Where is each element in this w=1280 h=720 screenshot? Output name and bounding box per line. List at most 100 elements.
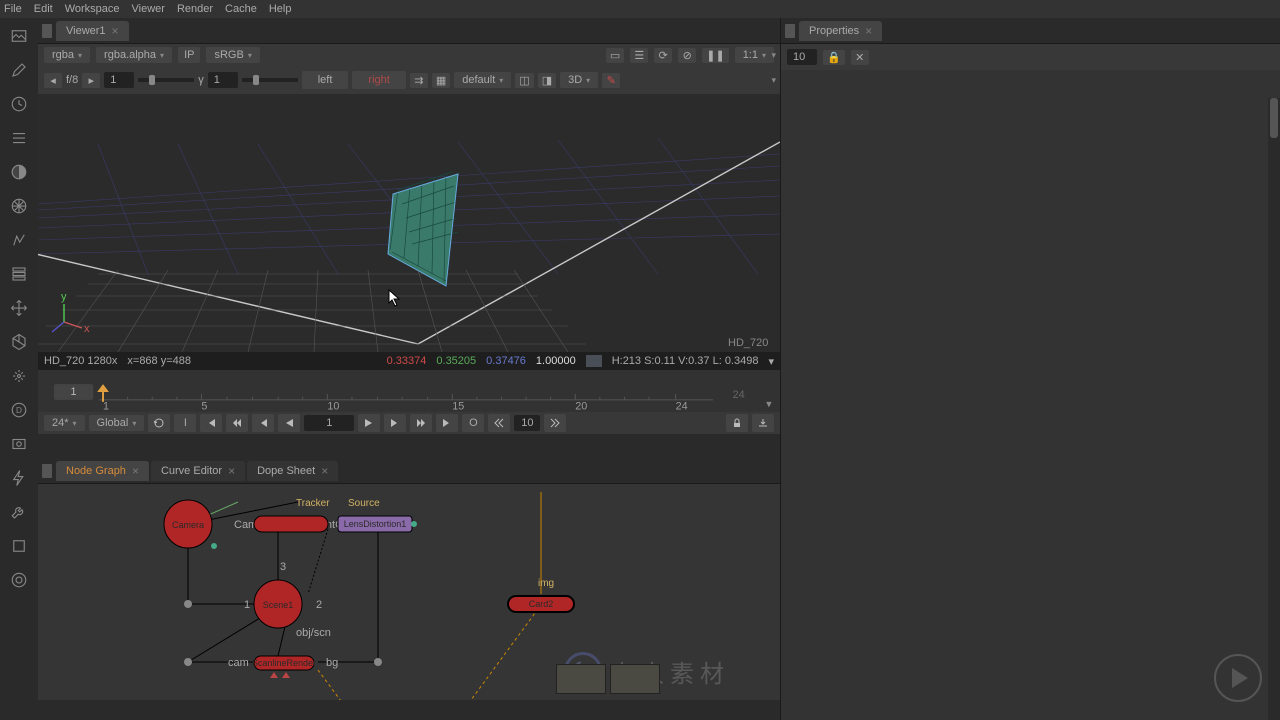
tool-other-icon[interactable] [7,536,31,556]
viewer-status-bar: HD_720 1280x x=868 y=488 0.33374 0.35205… [38,352,780,370]
3d-viewport[interactable]: y x HD_720 [38,94,780,352]
close-icon[interactable]: × [132,464,139,478]
close-icon[interactable]: × [228,464,235,478]
last-frame-icon[interactable] [436,414,458,432]
step-size-field[interactable]: 10 [514,415,540,431]
first-frame-icon[interactable] [200,414,222,432]
toolbox: D [0,18,38,720]
ocio-dropdown[interactable]: default [454,72,511,88]
fstop-prev-button[interactable]: ◂ [44,73,62,88]
current-frame-field[interactable]: 1 [304,415,354,431]
roi-icon[interactable]: ▭ [606,48,624,63]
lock-icon[interactable]: 🔒 [823,50,845,65]
alpha-dropdown[interactable]: rgba.alpha [96,47,172,63]
gamma-slider[interactable] [242,78,298,82]
prev-key-icon[interactable] [226,414,248,432]
loop-icon[interactable] [148,414,170,432]
stereo-left-button[interactable]: left [302,71,349,89]
timeline[interactable]: 1 1 5 10 15 20 24 [38,370,780,412]
tool-particles-icon[interactable] [7,366,31,386]
tool-merge-icon[interactable] [7,264,31,284]
viewmode-dropdown[interactable]: 3D [560,72,598,88]
overlay-icon[interactable]: ◨ [538,73,556,88]
refresh-icon[interactable]: ⟳ [654,48,672,63]
close-icon[interactable]: × [865,24,872,38]
panel-anchor-icon[interactable] [42,24,52,38]
node-graph[interactable]: Camera CameraTrackerPointCloud Tracker S… [38,484,780,700]
tab-nodegraph[interactable]: Node Graph× [56,461,149,481]
step-fwd-icon[interactable] [384,414,406,432]
skip-back-icon[interactable] [488,414,510,432]
clip-icon[interactable]: ▦ [432,73,450,88]
next-key-icon[interactable] [410,414,432,432]
tool-channel-icon[interactable] [7,128,31,148]
scrollbar[interactable] [1268,98,1280,720]
menu-workspace[interactable]: Workspace [65,3,120,15]
set-out-button[interactable]: O [462,414,484,432]
play-back-icon[interactable] [278,414,300,432]
fps-dropdown[interactable]: 24* [44,415,85,431]
stereo-right-button[interactable]: right [352,71,405,89]
export-icon[interactable] [752,414,774,432]
set-in-button[interactable]: I [174,414,196,432]
tool-all-icon[interactable] [7,570,31,590]
play-icon[interactable] [358,414,380,432]
channel-dropdown[interactable]: rgba [44,47,90,63]
menu-viewer[interactable]: Viewer [132,3,165,15]
skip-fwd-icon[interactable] [544,414,566,432]
tool-deep-icon[interactable]: D [7,400,31,420]
tool-views-icon[interactable] [7,434,31,454]
fstop-field[interactable]: 1 [104,72,134,88]
gamma-field[interactable]: 1 [208,72,238,88]
close-icon[interactable]: × [321,464,328,478]
tool-keyer-icon[interactable] [7,230,31,250]
navigator-thumbs[interactable] [556,664,660,694]
clear-icon[interactable]: ✕ [851,50,869,65]
tab-viewer1[interactable]: Viewer1× [56,21,129,41]
tab-curveeditor[interactable]: Curve Editor× [151,461,245,481]
panel-anchor-icon[interactable] [42,464,52,478]
props-max-field[interactable]: 10 [787,49,817,65]
panel-menu-icon[interactable]: ▾ [771,50,776,61]
panel-anchor-icon[interactable] [785,24,795,38]
video-play-overlay-icon[interactable] [1214,654,1262,702]
zoom-dropdown[interactable]: 1:1 [735,47,774,63]
pause-icon[interactable]: ⊘ [678,48,696,63]
menu-cache[interactable]: Cache [225,3,257,15]
freeze-icon[interactable]: ❚❚ [702,48,728,63]
menu-render[interactable]: Render [177,3,213,15]
tool-filter-icon[interactable] [7,196,31,216]
format-label: HD_720 [728,337,768,349]
fstop-slider[interactable] [138,78,194,82]
tool-toolsets-icon[interactable] [7,502,31,522]
colorspace-dropdown[interactable]: sRGB [206,47,259,63]
tab-properties[interactable]: Properties× [799,21,882,41]
tool-time-icon[interactable] [7,94,31,114]
tool-image-icon[interactable] [7,26,31,46]
tool-color-icon[interactable] [7,162,31,182]
input-process-button[interactable]: IP [178,47,200,63]
tool-transform-icon[interactable] [7,298,31,318]
svg-text:1: 1 [244,599,250,611]
svg-text:bg: bg [326,657,338,669]
tool-3d-icon[interactable] [7,332,31,352]
wipe-icon[interactable]: ◫ [515,73,533,88]
menu-file[interactable]: File [4,3,22,15]
close-icon[interactable]: × [112,24,119,38]
fstop-next-button[interactable]: ▸ [82,73,100,88]
tool-draw-icon[interactable] [7,60,31,80]
viewer-panel: Viewer1× rgba rgba.alpha IP sRGB ▭ ☰ ⟳ ⊘… [38,18,780,458]
menu-edit[interactable]: Edit [34,3,53,15]
menu-help[interactable]: Help [269,3,292,15]
stereo-mode-icon[interactable]: ⇉ [410,73,428,88]
tab-dopesheet[interactable]: Dope Sheet× [247,461,338,481]
viewer-submenu-icon[interactable]: ▾ [771,75,776,86]
status-menu-icon[interactable]: ▾ [768,355,774,368]
lock-icon[interactable] [726,414,748,432]
step-back-icon[interactable] [252,414,274,432]
tool-meta-icon[interactable] [7,468,31,488]
svg-text:img: img [538,578,554,589]
record-icon[interactable]: ✎ [602,73,620,88]
proxy-icon[interactable]: ☰ [630,48,648,63]
sync-dropdown[interactable]: Global [89,415,145,431]
